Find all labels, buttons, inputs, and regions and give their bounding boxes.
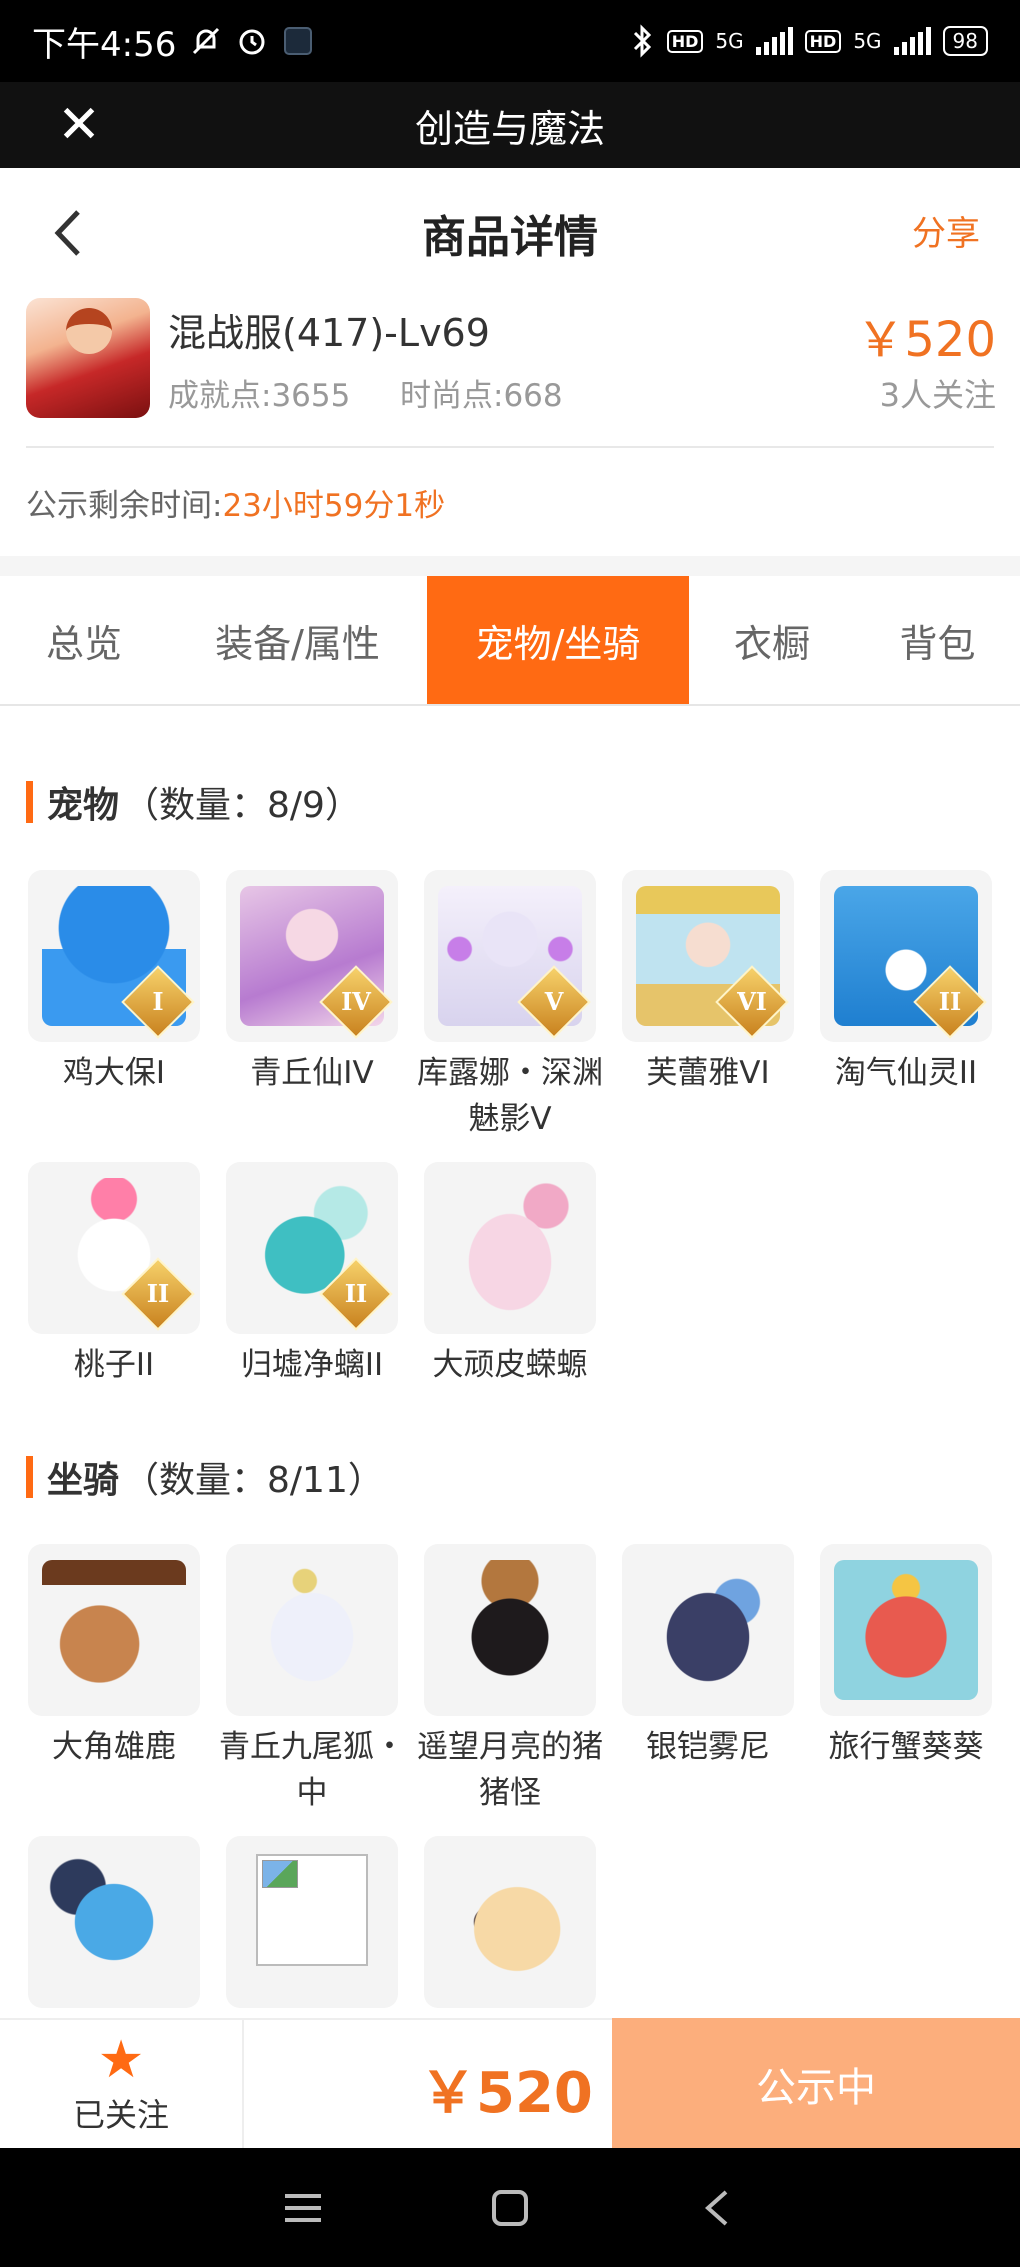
tab-pets-mounts[interactable]: 宠物/坐骑: [427, 576, 689, 704]
mount-item[interactable]: 遥望月亮的猪猪怪: [417, 1544, 603, 1816]
section-separator: [0, 556, 1020, 576]
pets-count: （数量：8/9）: [123, 785, 361, 826]
pet-label: 桃子II: [73, 1347, 155, 1383]
countdown-value: 23小时59分1秒: [222, 488, 446, 524]
mounts-title: 坐骑: [47, 1460, 120, 1501]
divider: [26, 446, 994, 448]
app-notification-icon: [284, 27, 313, 55]
mount-label: 旅行蟹葵葵: [828, 1729, 984, 1765]
pet-label: 鸡大保I: [62, 1055, 166, 1091]
mount-label: 遥望月亮的猪猪怪: [417, 1729, 603, 1811]
bottom-price: ￥520: [420, 2061, 593, 2126]
character-avatar: [26, 298, 150, 418]
follower-count: 3人关注: [879, 376, 996, 414]
pets-title: 宠物: [47, 785, 120, 826]
close-icon[interactable]: ✕: [52, 98, 106, 152]
pet-item[interactable]: II 归墟净螭II: [226, 1162, 398, 1388]
pet-label: 大顽皮蝾螈: [432, 1347, 588, 1383]
mount-label: 大角雄鹿: [52, 1729, 176, 1765]
product-price: ￥520: [856, 312, 996, 368]
status-bar: 下午4:56 HD 5G HD 5G 98: [0, 0, 1020, 82]
mount-item[interactable]: 大角雄鹿: [28, 1544, 200, 1770]
mount-item[interactable]: 青丘九尾狐・中: [219, 1544, 405, 1816]
pet-label: 归墟净螭II: [240, 1347, 384, 1383]
mounts-section-title: 坐骑 （数量：8/11）: [26, 1451, 384, 1503]
page-title: 商品详情: [422, 212, 598, 263]
pet-item[interactable]: V 库露娜・深渊魅影V: [417, 870, 603, 1142]
broken-image-icon: [256, 1854, 368, 1966]
menu-icon[interactable]: [273, 2178, 333, 2238]
follow-button[interactable]: ★ 已关注: [0, 2020, 244, 2148]
stag-icon: [42, 1560, 186, 1700]
star-icon: ★: [97, 2030, 145, 2090]
mount-item[interactable]: [424, 1836, 596, 2016]
pet-label: 库露娜・深渊魅影V: [417, 1055, 603, 1137]
pet-item[interactable]: II 淘气仙灵II: [820, 870, 992, 1096]
hd-badge-1: HD: [666, 29, 704, 53]
fashion-points: 时尚点:668: [400, 378, 563, 414]
mute-bell-icon: [193, 27, 220, 55]
bottom-action-bar: ★ 已关注 ￥520 公示中: [0, 2018, 1020, 2150]
battery-icon: 98: [942, 26, 988, 56]
crab-icon: [834, 1560, 978, 1700]
tab-overview[interactable]: 总览: [0, 576, 168, 704]
pig-monster-icon: [438, 1560, 582, 1700]
app-title: 创造与魔法: [414, 106, 605, 151]
bluetooth-icon: [633, 24, 651, 58]
mount-item[interactable]: 银铠雾尼: [622, 1544, 794, 1770]
system-nav-bar: [0, 2148, 1020, 2267]
parrot-icon: [438, 1852, 582, 1992]
product-name: 混战服(417)-Lv69: [168, 311, 490, 355]
countdown-label: 公示剩余时间:: [26, 488, 223, 524]
armored-beast-icon: [636, 1560, 780, 1700]
mount-item[interactable]: 旅行蟹葵葵: [820, 1544, 992, 1770]
pet-item[interactable]: VI 芙蕾雅VI: [622, 870, 794, 1096]
mount-label: 青丘九尾狐・中: [219, 1729, 405, 1811]
mounts-count: （数量：8/11）: [123, 1460, 384, 1501]
alarm-icon: [239, 29, 265, 55]
tab-wardrobe[interactable]: 衣橱: [689, 576, 855, 704]
status-time: 下午4:56: [32, 24, 177, 65]
share-button[interactable]: 分享: [912, 206, 980, 255]
countdown: 公示剩余时间:23小时59分1秒: [26, 480, 445, 525]
page-header: 商品详情 分享: [0, 168, 1020, 298]
pet-label: 青丘仙IV: [250, 1055, 374, 1091]
pet-item[interactable]: 大顽皮蝾螈: [424, 1162, 596, 1388]
pet-item[interactable]: IV 青丘仙IV: [226, 870, 398, 1096]
signal-icon-1: [755, 27, 793, 55]
network-label-2: 5G: [853, 29, 882, 53]
tab-equipment[interactable]: 装备/属性: [168, 576, 427, 704]
tab-backpack[interactable]: 背包: [855, 576, 1020, 704]
hd-badge-2: HD: [804, 29, 842, 53]
pets-section-title: 宠物 （数量：8/9）: [26, 776, 361, 828]
achievement-points: 成就点:3655: [168, 378, 351, 414]
network-label-1: 5G: [715, 29, 744, 53]
back-icon[interactable]: [687, 2178, 747, 2238]
signal-icon-2: [893, 27, 931, 55]
back-arrow-icon[interactable]: [40, 198, 100, 268]
home-icon[interactable]: [480, 2178, 540, 2238]
follow-label: 已关注: [72, 2096, 169, 2134]
mount-label: 银铠雾尼: [646, 1729, 770, 1765]
pet-item[interactable]: II 桃子II: [28, 1162, 200, 1388]
pet-label: 淘气仙灵II: [834, 1055, 978, 1091]
app-bar: ✕ 创造与魔法: [0, 82, 1020, 168]
product-summary: 混战服(417)-Lv69 成就点:3655 时尚点:668 ￥520 3人关注: [0, 298, 1020, 448]
public-status-button[interactable]: 公示中: [612, 2018, 1020, 2150]
pet-label: 芙蕾雅VI: [646, 1055, 770, 1091]
pet-item[interactable]: I 鸡大保I: [28, 870, 200, 1096]
nine-tail-fox-icon: [240, 1560, 384, 1700]
mount-item[interactable]: [28, 1836, 200, 2016]
blue-dragon-icon: [42, 1852, 186, 1992]
axolotl-icon: [438, 1178, 582, 1318]
mount-item[interactable]: [226, 1836, 398, 2016]
tab-bar: 总览 装备/属性 宠物/坐骑 衣橱 背包: [0, 576, 1020, 706]
